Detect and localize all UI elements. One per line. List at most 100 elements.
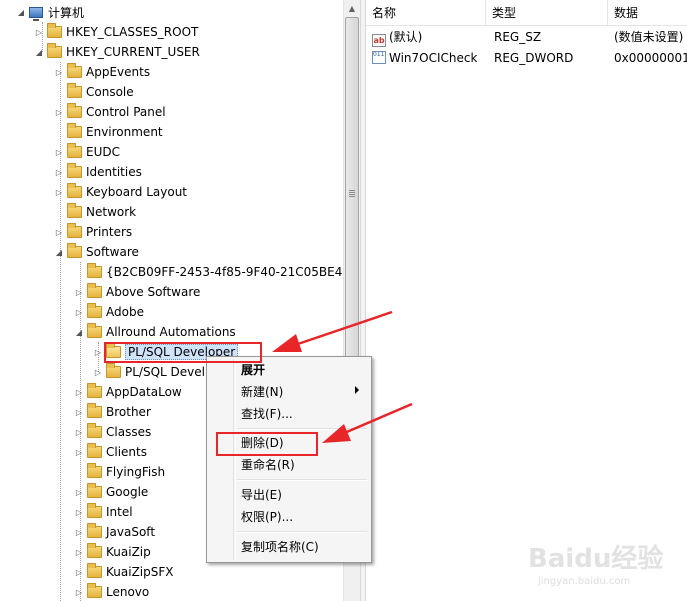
tree-node-appdatalow[interactable]: ▷ AppDataLow xyxy=(74,382,182,402)
tree-node-keyboard-layout[interactable]: ▷ Keyboard Layout xyxy=(54,182,187,202)
value-type: REG_SZ xyxy=(494,30,542,44)
expand-arrow-icon[interactable]: ▷ xyxy=(34,22,44,42)
collapse-arrow-icon[interactable]: ◢ xyxy=(74,322,84,342)
menu-item-new[interactable]: 新建(N) xyxy=(241,382,283,402)
tree-node-label: {B2CB09FF-2453-4f85-9F40-21C05BE4CB xyxy=(106,265,359,279)
expand-arrow-icon[interactable]: ▷ xyxy=(74,282,84,302)
folder-icon xyxy=(67,223,82,238)
tree-node-pl-sql-devel[interactable]: ▷ PL/SQL Devel xyxy=(93,362,205,382)
expand-arrow-icon[interactable]: ▷ xyxy=(54,142,64,162)
context-menu: 展开 新建(N) 查找(F)... 删除(D) 重命名(R) 导出(E) 权限(… xyxy=(206,356,372,563)
folder-icon xyxy=(67,123,82,138)
tree-node-hkey-current-user[interactable]: ◢ HKEY_CURRENT_USER xyxy=(34,42,200,62)
scroll-up-arrow-icon[interactable]: ▲ xyxy=(344,0,360,17)
tree-node-above-software[interactable]: ▷ Above Software xyxy=(74,282,200,302)
tree-node-google[interactable]: ▷ Google xyxy=(74,482,148,502)
tree-node-label: Adobe xyxy=(106,305,144,319)
expand-arrow-icon[interactable]: ▷ xyxy=(74,482,84,502)
tree-node-label: Environment xyxy=(86,125,163,139)
column-header-name[interactable]: 名称 xyxy=(366,0,486,26)
expand-arrow-icon[interactable]: ▷ xyxy=(74,502,84,522)
tree-node-label: AppEvents xyxy=(86,65,151,79)
tree-node-intel[interactable]: ▷ Intel xyxy=(74,502,133,522)
folder-icon xyxy=(87,583,102,598)
tree-node-software[interactable]: ◢ Software xyxy=(54,242,139,262)
expand-arrow-icon[interactable]: ▷ xyxy=(74,562,84,582)
column-header-type[interactable]: 类型 xyxy=(486,0,608,26)
expand-arrow-icon[interactable]: ▷ xyxy=(93,342,103,362)
tree-node-label: Console xyxy=(86,85,134,99)
menu-separator xyxy=(237,479,367,481)
expand-arrow-icon[interactable]: ▷ xyxy=(54,162,64,182)
column-header-data[interactable]: 数据 xyxy=(608,0,687,26)
expand-arrow-icon[interactable]: ▷ xyxy=(74,542,84,562)
expand-arrow-icon[interactable]: ▷ xyxy=(74,382,84,402)
menu-item-copy-key-name[interactable]: 复制项名称(C) xyxy=(241,537,319,557)
tree-node-lenovo[interactable]: ▷ Lenovo xyxy=(74,582,149,601)
tree-node-kuaizipsfx[interactable]: ▷ KuaiZipSFX xyxy=(74,562,173,582)
tree-node-classes[interactable]: ▷ Classes xyxy=(74,422,151,442)
collapse-arrow-icon[interactable]: ◢ xyxy=(54,242,64,262)
tree-node-console[interactable]: Console xyxy=(54,82,134,102)
tree-node-kuaizip[interactable]: ▷ KuaiZip xyxy=(74,542,151,562)
tree-node-network[interactable]: Network xyxy=(54,202,136,222)
folder-icon xyxy=(87,443,102,458)
expand-arrow-icon[interactable]: ▷ xyxy=(74,582,84,601)
menu-item-permissions[interactable]: 权限(P)... xyxy=(241,507,293,527)
tree-node-control-panel[interactable]: ▷ Control Panel xyxy=(54,102,166,122)
expand-arrow-icon[interactable]: ▷ xyxy=(54,182,64,202)
tree-node-identities[interactable]: ▷ Identities xyxy=(54,162,142,182)
tree-node-computer[interactable]: ◢ 计算机 xyxy=(16,2,84,22)
expand-arrow-icon[interactable]: ▷ xyxy=(54,102,64,122)
list-item[interactable]: 011 110Win7OCICheck REG_DWORD 0x00000001 xyxy=(366,48,687,68)
folder-icon xyxy=(87,323,102,338)
tree-node-hkey-classes-root[interactable]: ▷ HKEY_CLASSES_ROOT xyxy=(34,22,198,42)
tree-node-brother[interactable]: ▷ Brother xyxy=(74,402,151,422)
value-name-cell: ab (默认) xyxy=(372,27,422,47)
tree-node-allround-automations[interactable]: ◢ Allround Automations xyxy=(74,322,236,342)
tree-node-clients[interactable]: ▷ Clients xyxy=(74,442,147,462)
tree-node-flyingfish[interactable]: FlyingFish xyxy=(74,462,165,482)
tree-node-environment[interactable]: Environment xyxy=(54,122,163,142)
folder-icon xyxy=(67,203,82,218)
expand-arrow-icon[interactable]: ▷ xyxy=(74,442,84,462)
baidu-watermark: Baidu经验 jingyan.baidu.com xyxy=(528,538,678,596)
expand-arrow-icon[interactable]: ▷ xyxy=(74,402,84,422)
folder-icon xyxy=(87,463,102,478)
list-item[interactable]: ab (默认) REG_SZ (数值未设置) xyxy=(366,27,687,47)
scroll-thumb[interactable] xyxy=(345,17,359,372)
menu-item-expand[interactable]: 展开 xyxy=(241,360,265,380)
folder-icon xyxy=(67,103,82,118)
expand-arrow-icon[interactable]: ▷ xyxy=(74,522,84,542)
folder-icon xyxy=(87,483,102,498)
tree-node-label: Printers xyxy=(86,225,133,239)
collapse-arrow-icon[interactable]: ◢ xyxy=(16,2,26,22)
folder-icon xyxy=(87,523,102,538)
menu-item-export[interactable]: 导出(E) xyxy=(241,485,282,505)
annotation-highlight-box xyxy=(216,432,318,456)
value-name: (默认) xyxy=(389,30,423,44)
folder-icon xyxy=(87,423,102,438)
expand-arrow-icon[interactable]: ▷ xyxy=(74,422,84,442)
computer-icon xyxy=(29,6,43,21)
tree-node-appevents[interactable]: ▷ AppEvents xyxy=(54,62,150,82)
collapse-arrow-icon[interactable]: ◢ xyxy=(34,42,44,62)
tree-node-label: PL/SQL Devel xyxy=(125,365,205,379)
menu-item-rename[interactable]: 重命名(R) xyxy=(241,455,295,475)
value-name-cell: 011 110Win7OCICheck xyxy=(372,48,477,68)
tree-node-adobe[interactable]: ▷ Adobe xyxy=(74,302,144,322)
expand-arrow-icon[interactable]: ▷ xyxy=(93,362,103,382)
menu-item-find[interactable]: 查找(F)... xyxy=(241,404,293,424)
tree-node-javasoft[interactable]: ▷ JavaSoft xyxy=(74,522,155,542)
expand-arrow-icon[interactable]: ▷ xyxy=(74,302,84,322)
expand-arrow-icon[interactable]: ▷ xyxy=(54,62,64,82)
scroll-grip-icon xyxy=(349,190,355,198)
tree-node-b2cb09ff-2453-4f85-9f40-21c05be4cb[interactable]: {B2CB09FF-2453-4f85-9F40-21C05BE4CB xyxy=(74,262,359,282)
tree-node-eudc[interactable]: ▷ EUDC xyxy=(54,142,120,162)
expand-arrow-icon[interactable]: ▷ xyxy=(54,222,64,242)
folder-icon xyxy=(47,43,62,58)
tree-node-printers[interactable]: ▷ Printers xyxy=(54,222,132,242)
tree-node-label: KuaiZipSFX xyxy=(106,565,174,579)
tree-node-label: Above Software xyxy=(106,285,201,299)
